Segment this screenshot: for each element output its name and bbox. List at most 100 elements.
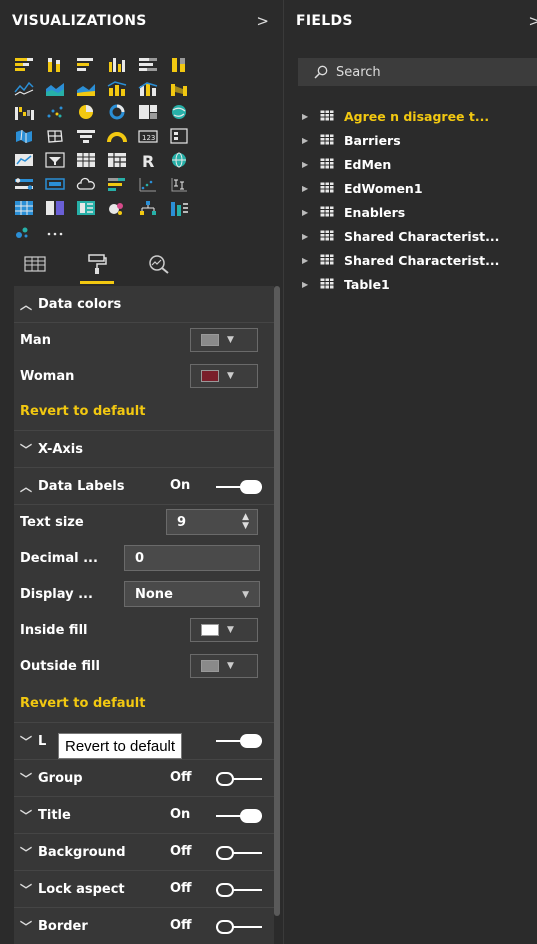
key-influencers-icon[interactable] bbox=[14, 172, 45, 196]
custom-cluster-visual-icon[interactable] bbox=[14, 220, 45, 244]
display-units-dropdown[interactable]: None ▼ bbox=[124, 581, 260, 607]
hidden-section-toggle[interactable] bbox=[216, 734, 262, 748]
revert-data-colors-link[interactable]: Revert to default bbox=[20, 404, 145, 419]
stacked-bar-chart-icon[interactable] bbox=[107, 172, 138, 196]
stacked-column-icon[interactable] bbox=[45, 52, 76, 76]
man-color-picker[interactable]: ▼ bbox=[190, 328, 258, 352]
kpi-icon[interactable] bbox=[14, 148, 45, 172]
dropdown-arrow-icon: ▼ bbox=[227, 371, 234, 381]
field-table-row[interactable]: ▶ EdMen bbox=[298, 152, 537, 176]
outside-fill-color-picker[interactable]: ▼ bbox=[190, 654, 258, 678]
fields-search-input[interactable]: Search bbox=[298, 58, 537, 86]
stacked-area-icon-glyph bbox=[77, 84, 95, 96]
slicer-icon[interactable] bbox=[45, 148, 76, 172]
treemap-icon[interactable] bbox=[138, 100, 169, 124]
more-visuals-icon[interactable] bbox=[45, 220, 76, 244]
donut-chart-icon[interactable] bbox=[107, 100, 138, 124]
error-bar-chart-icon[interactable] bbox=[169, 172, 200, 196]
expand-triangle-icon[interactable]: ▶ bbox=[298, 208, 320, 217]
expand-triangle-icon[interactable]: ▶ bbox=[298, 160, 320, 169]
area-chart-icon-glyph bbox=[46, 83, 64, 96]
clustered-bar-icon[interactable] bbox=[76, 52, 107, 76]
revert-data-labels-link[interactable]: Revert to default bbox=[20, 696, 145, 711]
100-stacked-bar-icon[interactable] bbox=[138, 52, 169, 76]
field-table-name: Enablers bbox=[344, 204, 406, 220]
waterfall-icon[interactable] bbox=[14, 100, 45, 124]
table-icon bbox=[320, 253, 344, 268]
filled-map-icon[interactable] bbox=[14, 124, 45, 148]
clustered-column-icon[interactable] bbox=[107, 52, 138, 76]
100-stacked-column-icon[interactable] bbox=[169, 52, 200, 76]
expand-triangle-icon[interactable]: ▶ bbox=[298, 256, 320, 265]
line-clustered-column-icon[interactable] bbox=[107, 76, 138, 100]
matrix-icon[interactable] bbox=[107, 148, 138, 172]
expand-triangle-icon[interactable]: ▶ bbox=[298, 280, 320, 289]
field-table-row[interactable]: ▶ Agree n disagree t... bbox=[298, 104, 537, 128]
x-axis-section-header[interactable]: ﹀ X-Axis bbox=[14, 431, 274, 467]
custom-table-visual-icon-glyph bbox=[77, 201, 95, 215]
table-icon[interactable] bbox=[76, 148, 107, 172]
funnel-icon[interactable] bbox=[76, 124, 107, 148]
field-table-row[interactable]: ▶ Enablers bbox=[298, 200, 537, 224]
ribbon-chart-icon[interactable] bbox=[169, 76, 200, 100]
area-chart-icon[interactable] bbox=[45, 76, 76, 100]
stacked-area-icon[interactable] bbox=[76, 76, 107, 100]
pie-chart-icon[interactable] bbox=[76, 100, 107, 124]
field-table-name: EdWomen1 bbox=[344, 180, 423, 196]
line-stacked-column-icon[interactable] bbox=[138, 76, 169, 100]
decimal-places-input[interactable]: 0 bbox=[124, 545, 260, 571]
data-colors-section-header[interactable]: ︿ Data colors bbox=[14, 286, 274, 322]
error-bar-chart-icon-glyph bbox=[171, 178, 187, 192]
expand-triangle-icon[interactable]: ▶ bbox=[298, 184, 320, 193]
small-scatter-icon[interactable] bbox=[138, 172, 169, 196]
group-toggle[interactable] bbox=[216, 772, 262, 786]
shape-map-icon[interactable] bbox=[45, 124, 76, 148]
decomposition-tree-icon[interactable] bbox=[138, 196, 169, 220]
table-icon bbox=[320, 205, 344, 220]
custom-dashboard-visual-icon[interactable] bbox=[45, 196, 76, 220]
chevron-down-icon: ﹀ bbox=[20, 882, 33, 897]
line-chart-icon[interactable] bbox=[14, 76, 45, 100]
fields-tab[interactable] bbox=[22, 252, 48, 276]
woman-color-picker[interactable]: ▼ bbox=[190, 364, 258, 388]
field-table-row[interactable]: ▶ EdWomen1 bbox=[298, 176, 537, 200]
field-table-row[interactable]: ▶ Barriers bbox=[298, 128, 537, 152]
data-labels-toggle[interactable] bbox=[216, 480, 262, 494]
field-table-row[interactable]: ▶ Table1 bbox=[298, 272, 537, 296]
expand-triangle-icon[interactable]: ▶ bbox=[298, 232, 320, 241]
map-icon[interactable] bbox=[169, 100, 200, 124]
visual-types-row bbox=[14, 52, 274, 76]
card-icon-glyph: 123 bbox=[138, 130, 158, 143]
lock-aspect-toggle[interactable] bbox=[216, 883, 262, 897]
power-apps-icon[interactable] bbox=[45, 172, 76, 196]
custom-grid-visual-icon[interactable] bbox=[14, 196, 45, 220]
text-size-stepper[interactable]: 9 ▲ ▼ bbox=[166, 509, 258, 535]
r-visual-icon[interactable]: R bbox=[138, 148, 169, 172]
card-icon[interactable]: 123 bbox=[138, 124, 169, 148]
analytics-tab[interactable] bbox=[146, 252, 172, 276]
expand-triangle-icon[interactable]: ▶ bbox=[298, 136, 320, 145]
custom-grid-visual-icon-glyph bbox=[15, 201, 33, 215]
cloud-icon[interactable] bbox=[76, 172, 107, 196]
spinner-arrows-icon[interactable]: ▲ ▼ bbox=[242, 513, 249, 531]
chevron-up-icon: ︿ bbox=[20, 297, 33, 312]
format-pane-scrollbar[interactable] bbox=[274, 286, 280, 916]
custom-bubble-visual-icon[interactable] bbox=[107, 196, 138, 220]
arcgis-globe-icon[interactable] bbox=[169, 148, 200, 172]
multi-row-card-icon[interactable] bbox=[169, 124, 200, 148]
expand-triangle-icon[interactable]: ▶ bbox=[298, 112, 320, 121]
scatter-chart-icon[interactable] bbox=[45, 100, 76, 124]
inside-fill-color-picker[interactable]: ▼ bbox=[190, 618, 258, 642]
title-toggle[interactable] bbox=[216, 809, 262, 823]
custom-column-visual-icon[interactable] bbox=[169, 196, 200, 220]
collapse-fields-chevron-icon[interactable]: > bbox=[528, 12, 537, 30]
field-table-row[interactable]: ▶ Shared Characterist... bbox=[298, 224, 537, 248]
stacked-bar-icon[interactable] bbox=[14, 52, 45, 76]
field-table-row[interactable]: ▶ Shared Characterist... bbox=[298, 248, 537, 272]
border-toggle[interactable] bbox=[216, 920, 262, 934]
gauge-icon[interactable] bbox=[107, 124, 138, 148]
background-toggle[interactable] bbox=[216, 846, 262, 860]
format-tab[interactable] bbox=[80, 252, 114, 284]
custom-table-visual-icon[interactable] bbox=[76, 196, 107, 220]
collapse-visualizations-chevron-icon[interactable]: > bbox=[256, 12, 269, 30]
